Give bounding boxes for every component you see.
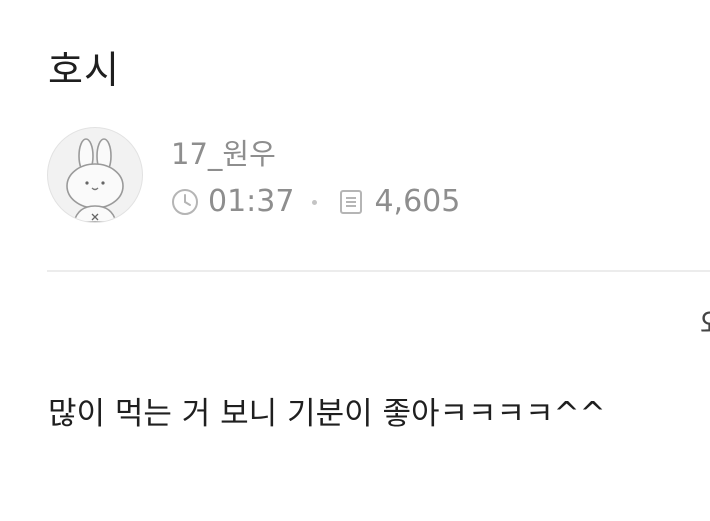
post-stats: 01:37 4,605 bbox=[171, 182, 460, 222]
author-meta: 17_원우 01:37 4,605 bbox=[171, 127, 460, 222]
author-block: 17_원우 01:37 4,605 bbox=[47, 127, 460, 223]
author-name[interactable]: 17_원우 bbox=[171, 135, 460, 173]
avatar[interactable] bbox=[47, 127, 143, 223]
post-body: 많이 먹는 거 보니 기분이 좋아ㅋㅋㅋㅋ^^ bbox=[48, 396, 606, 432]
separator-dot bbox=[312, 199, 318, 205]
cut-off-text: 와 bbox=[700, 306, 710, 346]
divider bbox=[47, 270, 710, 272]
clock-icon bbox=[172, 189, 198, 215]
post-time: 01:37 bbox=[208, 184, 295, 219]
post-title: 호시 bbox=[48, 48, 120, 92]
view-count: 4,605 bbox=[374, 184, 461, 219]
document-icon bbox=[340, 190, 363, 214]
bunny-avatar-icon bbox=[66, 138, 124, 222]
